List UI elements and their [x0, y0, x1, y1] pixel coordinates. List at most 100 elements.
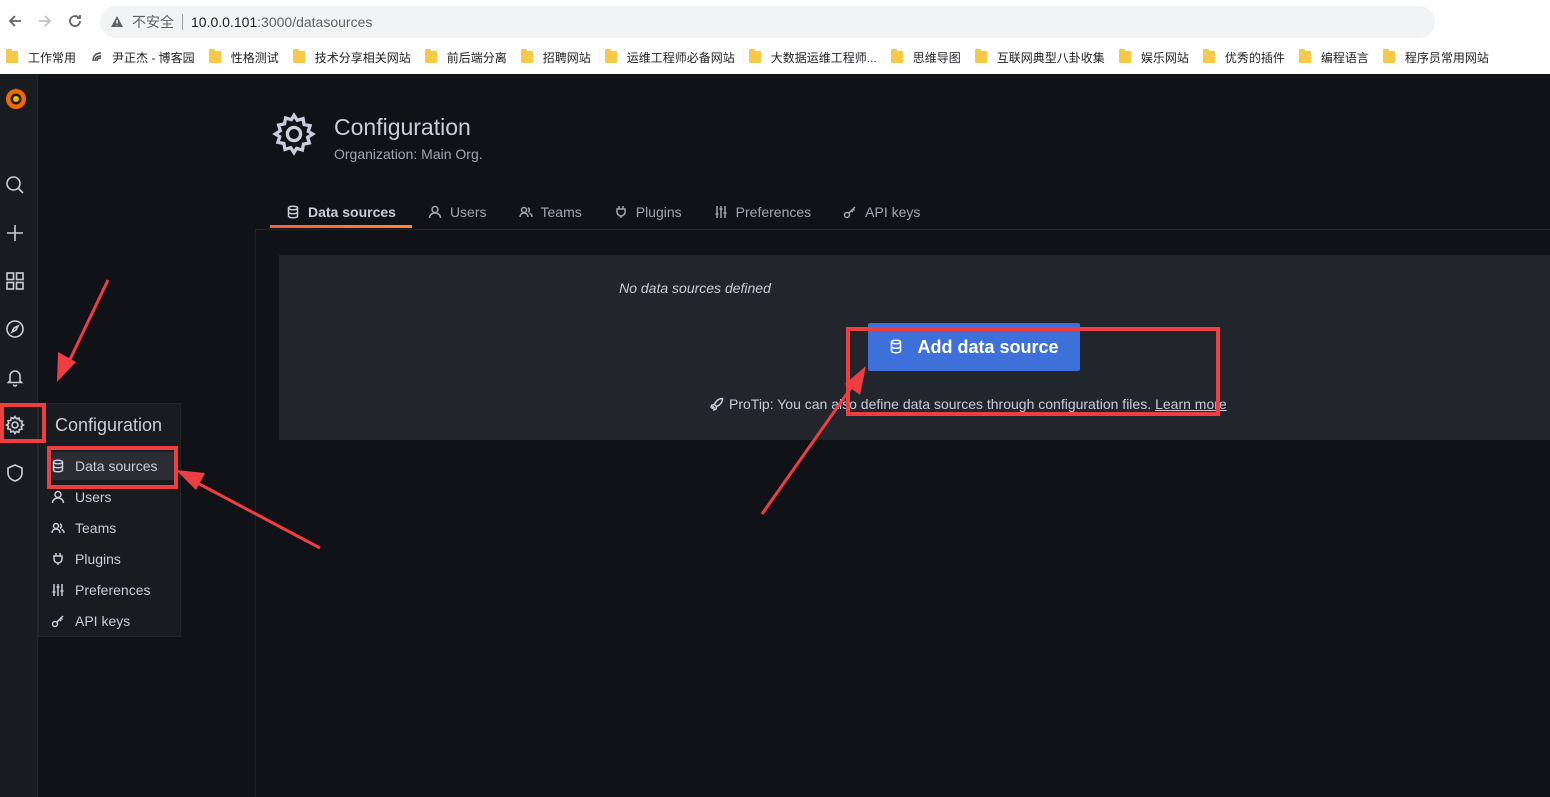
folder-icon [424, 49, 437, 63]
folder-icon [1298, 49, 1311, 63]
flyout-item-label: API keys [75, 613, 131, 629]
bookmark-label: 性格测试 [230, 50, 279, 65]
folder-icon [974, 49, 987, 63]
search-icon [6, 176, 24, 194]
key-icon [843, 206, 856, 219]
folder-icon [1118, 49, 1131, 63]
tab-data-sources[interactable]: Data sources [270, 196, 412, 228]
page-subtitle: Organization: Main Org. [334, 146, 483, 162]
flyout-item-label: Preferences [75, 582, 151, 598]
insecure-label: 不安全 [132, 14, 174, 30]
tab-label: Users [449, 204, 487, 220]
bookmark-item[interactable]: 前后端分离 [424, 49, 507, 66]
configuration-flyout: Configuration Data sources Users Teams P… [38, 403, 181, 637]
bookmark-label: 前后端分离 [446, 50, 507, 65]
folder-icon [208, 49, 221, 63]
tab-label: Preferences [735, 204, 812, 220]
compass-icon [6, 320, 24, 338]
bookmark-label: 尹正杰 - 博客园 [112, 50, 195, 65]
bookmark-label: 招聘网站 [542, 50, 591, 65]
arrow-right-icon [39, 15, 52, 27]
bookmark-item[interactable]: 运维工程师必备网站 [604, 49, 735, 66]
tab-preferences[interactable]: Preferences [698, 196, 827, 228]
bookmark-item[interactable]: 大数据运维工程师... [748, 49, 877, 66]
annotation-box-add-button [846, 327, 1220, 416]
search-nav[interactable] [4, 174, 26, 196]
bookmark-item[interactable]: 思维导图 [890, 49, 961, 66]
flyout-item-label: Plugins [75, 551, 121, 567]
bookmark-label: 思维导图 [912, 50, 961, 65]
bookmark-item[interactable]: 招聘网站 [520, 49, 591, 66]
bookmarks-bar: 工作常用 尹正杰 - 博客园 性格测试 技术分享相关网站 前后端分离 招聘网站 … [0, 42, 1550, 72]
server-admin-nav[interactable] [4, 462, 26, 484]
bookmark-label: 互联网典型八卦收集 [996, 50, 1105, 65]
annotation-box-gear [0, 403, 46, 443]
plug-icon [615, 206, 626, 218]
annotation-box-data-sources [47, 446, 178, 489]
shield-icon [7, 464, 23, 482]
url-host: 10.0.0.101 [191, 14, 258, 30]
plug-icon [53, 553, 63, 565]
rocket-icon [710, 397, 724, 411]
flyout-item-teams[interactable]: Teams [49, 514, 177, 542]
bookmark-item[interactable]: 互联网典型八卦收集 [974, 49, 1105, 66]
folder-icon [748, 49, 761, 63]
bookmark-item[interactable]: 尹正杰 - 博客园 [90, 49, 195, 66]
flyout-title[interactable]: Configuration [55, 415, 162, 436]
cnblogs-icon [92, 52, 102, 62]
bookmark-item[interactable]: 技术分享相关网站 [292, 49, 411, 66]
flyout-item-label: Teams [75, 520, 117, 536]
bookmark-label: 娱乐网站 [1140, 50, 1189, 65]
warning-icon [111, 16, 123, 27]
bookmark-item[interactable]: 程序员常用网站 [1382, 49, 1489, 66]
reload-button[interactable] [60, 6, 90, 36]
config-tabs: Data sources Users Teams Plugins Prefere… [270, 196, 936, 228]
tab-plugins[interactable]: Plugins [598, 196, 698, 228]
create-nav[interactable] [4, 222, 26, 244]
grafana-logo[interactable] [3, 86, 29, 112]
arrow-left-icon [8, 15, 21, 27]
tab-teams[interactable]: Teams [503, 196, 598, 228]
address-bar[interactable]: 不安全 10.0.0.101:3000/datasources [100, 6, 1435, 38]
header-gear-icon-wrap [272, 112, 316, 156]
bookmark-label: 优秀的插件 [1224, 50, 1285, 65]
tab-label: Teams [540, 204, 582, 220]
flyout-item-plugins[interactable]: Plugins [49, 545, 177, 573]
tab-api-keys[interactable]: API keys [827, 196, 936, 228]
bookmark-item[interactable]: 性格测试 [208, 49, 279, 66]
bookmark-label: 运维工程师必备网站 [626, 50, 735, 65]
flyout-item-label: Users [75, 489, 112, 505]
bookmark-item[interactable]: 娱乐网站 [1118, 49, 1189, 66]
bookmark-label: 工作常用 [28, 50, 77, 65]
url-path: :3000/datasources [257, 14, 373, 30]
bookmark-label: 技术分享相关网站 [314, 50, 411, 65]
forward-button[interactable] [30, 6, 60, 36]
user-icon [51, 490, 65, 504]
gear-icon [272, 112, 316, 156]
empty-message: No data sources defined [619, 280, 771, 296]
bookmark-item[interactable]: 优秀的插件 [1202, 49, 1285, 66]
folder-icon [1202, 49, 1215, 63]
folder-icon [520, 49, 533, 63]
folder-icon [890, 49, 903, 63]
tab-label: Plugins [635, 204, 682, 220]
page-title: Configuration [334, 114, 471, 140]
user-icon [428, 205, 442, 219]
database-icon [287, 205, 299, 219]
back-button[interactable] [0, 6, 30, 36]
bookmark-item[interactable]: 编程语言 [1298, 49, 1369, 66]
tab-label: Data sources [308, 204, 396, 220]
users-icon [518, 206, 533, 218]
bookmark-label: 编程语言 [1320, 50, 1369, 65]
folder-icon [6, 49, 18, 63]
sliders-icon [52, 584, 64, 596]
flyout-item-preferences[interactable]: Preferences [49, 576, 177, 604]
explore-nav[interactable] [4, 318, 26, 340]
flyout-item-api-keys[interactable]: API keys [49, 607, 177, 635]
bookmark-item[interactable]: 工作常用 [6, 49, 76, 66]
bookmark-label: 大数据运维工程师... [770, 50, 877, 65]
folder-icon [1382, 49, 1395, 63]
browser-chrome: 不安全 10.0.0.101:3000/datasources 工作常用 尹正杰… [0, 0, 1550, 74]
alerting-nav[interactable] [4, 366, 26, 388]
tab-users[interactable]: Users [412, 196, 503, 228]
